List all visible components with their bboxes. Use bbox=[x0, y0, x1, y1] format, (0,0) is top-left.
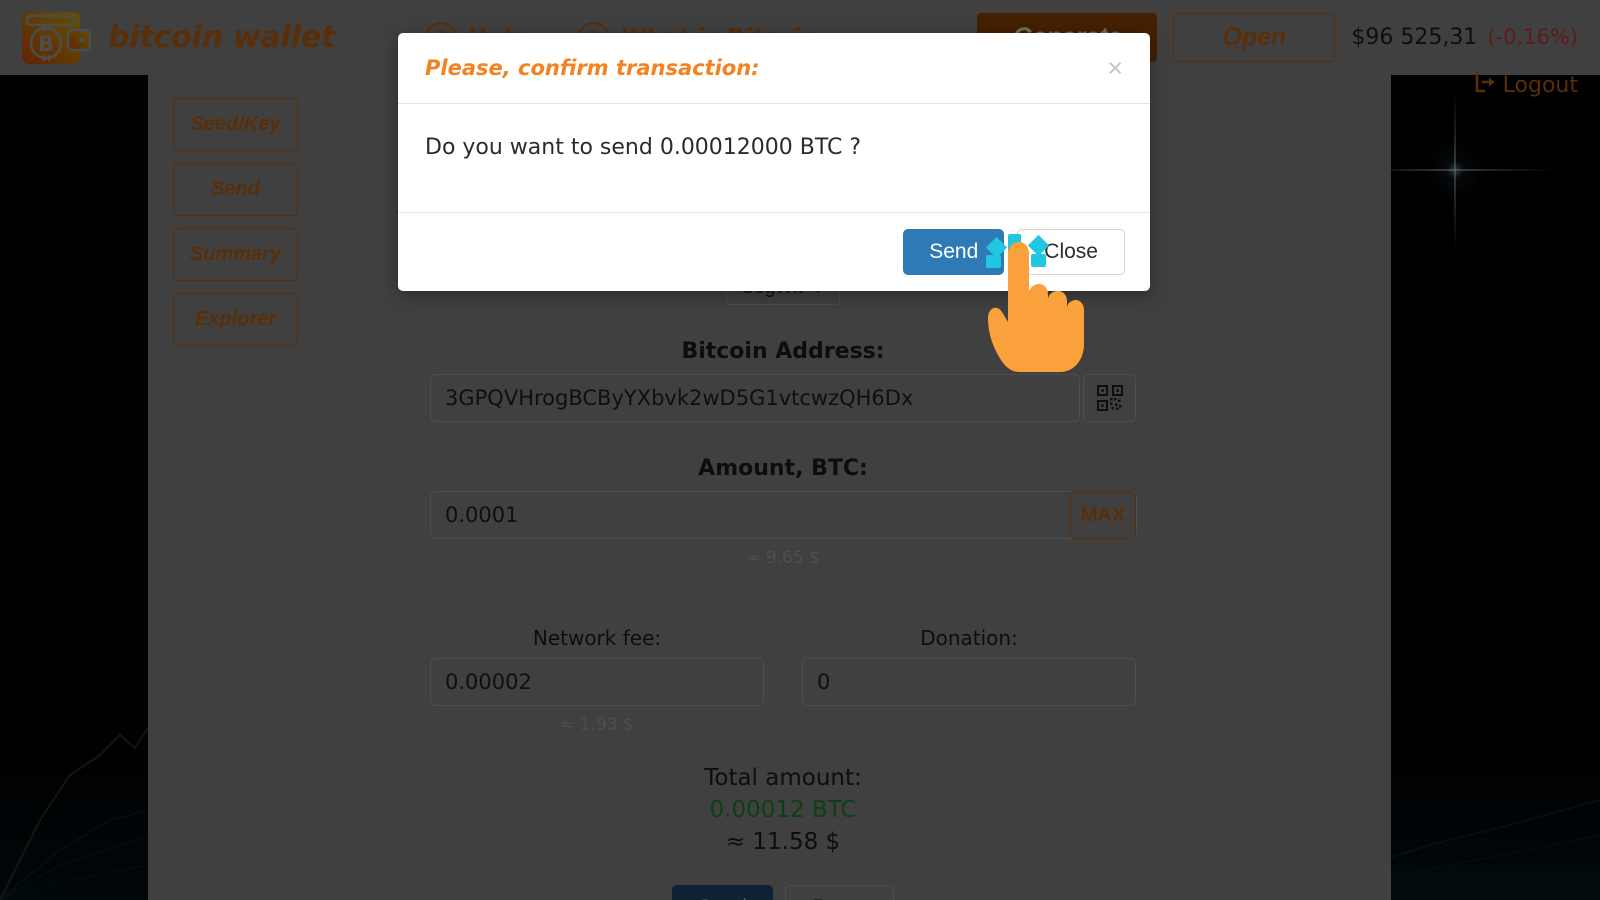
modal-title: Please, confirm transaction: bbox=[425, 56, 760, 80]
modal-close-button[interactable]: Close bbox=[1017, 229, 1125, 275]
close-icon[interactable]: × bbox=[1107, 54, 1123, 82]
confirm-transaction-modal: Please, confirm transaction: × Do you wa… bbox=[398, 33, 1150, 291]
modal-header: Please, confirm transaction: × bbox=[398, 33, 1150, 104]
modal-footer: Send Close bbox=[398, 213, 1150, 291]
app-root: B bitcoin wallet ? Help ฿ What is Bitcoi… bbox=[0, 0, 1600, 900]
modal-send-button[interactable]: Send bbox=[903, 229, 1005, 275]
modal-body-text: Do you want to send 0.00012000 BTC ? bbox=[398, 104, 1150, 213]
